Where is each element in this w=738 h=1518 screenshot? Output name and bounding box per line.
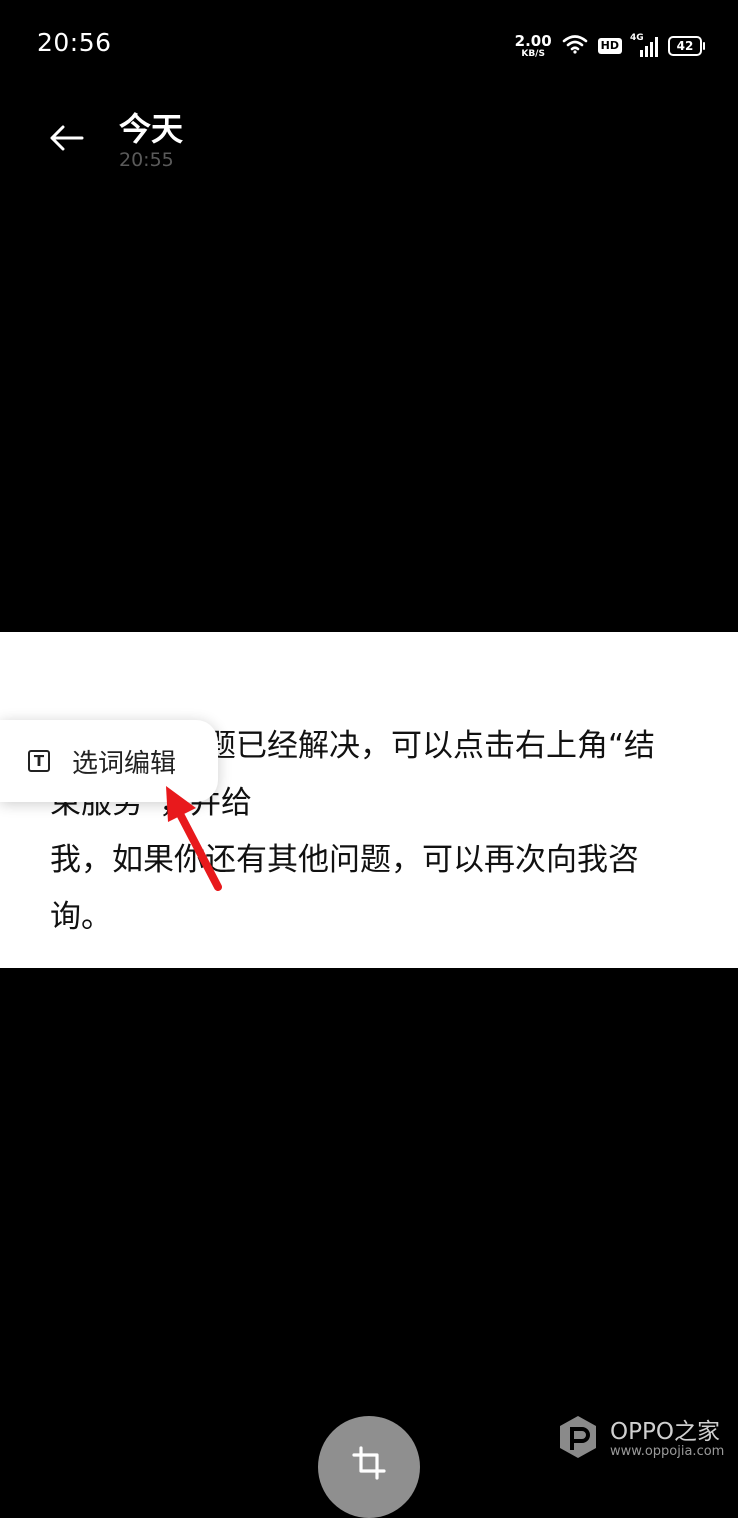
watermark-url: www.oppojia.com: [610, 1444, 725, 1459]
content-line: 询。: [50, 899, 112, 935]
network-speed-unit: KB/S: [521, 48, 545, 59]
content-line: 我，如果你还有其他问题，可以再次向我咨: [50, 842, 639, 878]
crop-button[interactable]: [318, 1416, 420, 1518]
signal-icon: 4G: [630, 33, 658, 57]
watermark: OPPO之家 www.oppojia.com: [558, 1410, 728, 1470]
word-select-edit-button[interactable]: T 选词编辑: [0, 720, 218, 802]
battery-icon: 42: [668, 36, 705, 56]
status-time: 20:56: [37, 28, 112, 57]
back-button[interactable]: [40, 116, 92, 160]
network-speed: 2.00 KB/S: [514, 31, 552, 59]
wifi-icon: [562, 34, 588, 58]
oppojia-logo-icon: [560, 1416, 596, 1458]
hd-badge: HD: [597, 38, 622, 54]
status-icons: 2.00 KB/S HD 4G 42: [514, 31, 705, 61]
word-select-edit-label: 选词编辑: [72, 748, 177, 779]
header: 今天 20:55: [0, 96, 738, 186]
status-bar: 20:56 2.00 KB/S HD 4G 42: [0, 0, 738, 90]
watermark-brand: OPPO之家: [610, 1419, 720, 1445]
network-speed-value: 2.00: [514, 31, 552, 50]
battery-level: 42: [676, 39, 694, 53]
back-arrow-icon: [50, 125, 84, 151]
page-subtitle-time: 20:55: [119, 149, 174, 171]
network-type-label: 4G: [630, 33, 644, 43]
page-title: 今天: [119, 110, 184, 148]
crop-icon: [352, 1446, 386, 1480]
text-icon: T: [28, 750, 50, 772]
